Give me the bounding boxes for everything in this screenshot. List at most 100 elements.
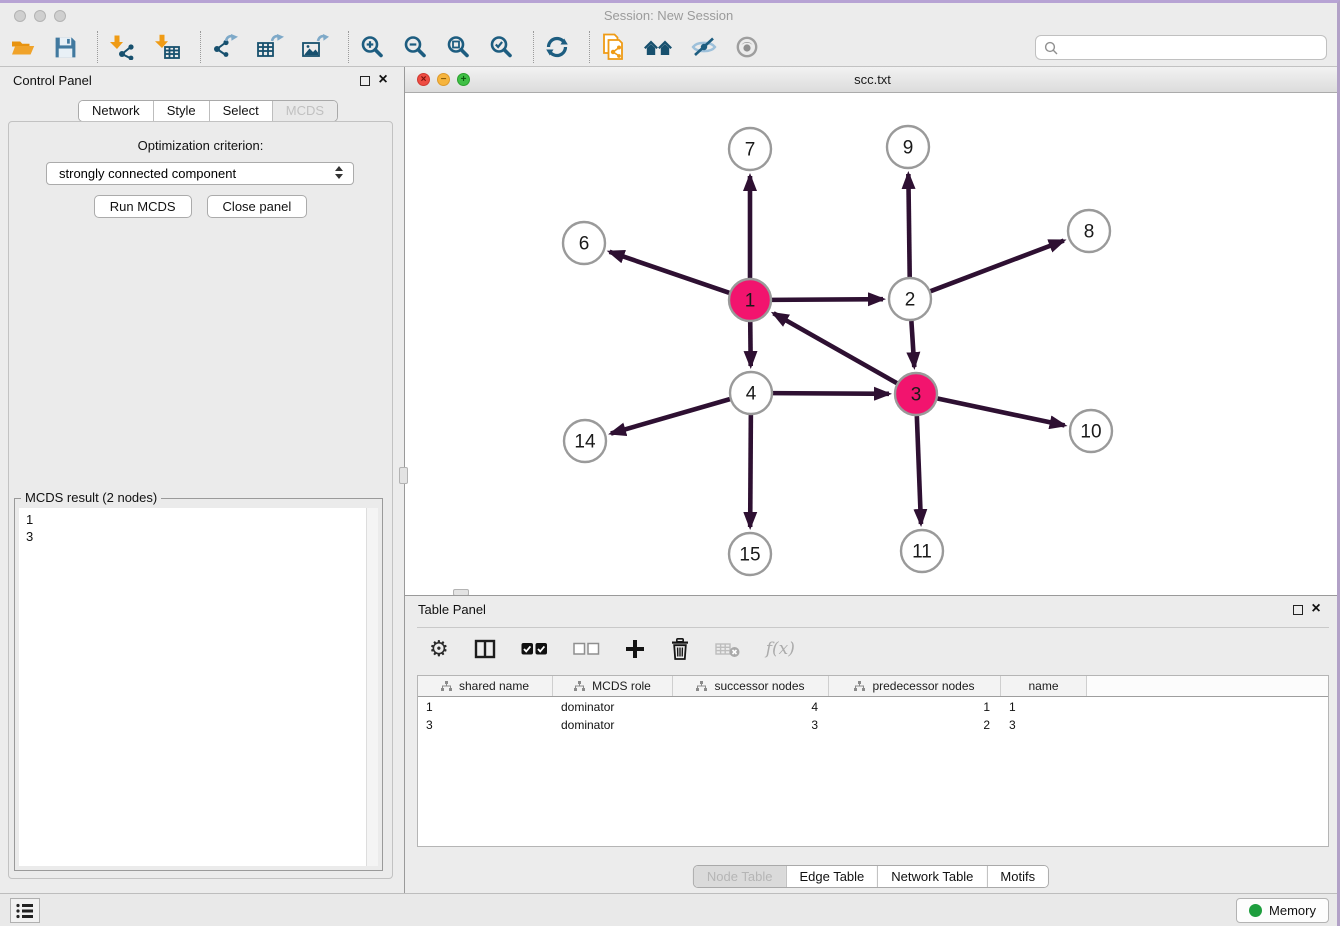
- graphics-details-eye-icon[interactable]: [735, 35, 759, 59]
- node-table-header: shared name MCDS role successor nodes pr…: [418, 676, 1328, 697]
- network-graph[interactable]: 7968124314101511: [405, 93, 1340, 595]
- tab-node-table[interactable]: Node Table: [694, 866, 786, 887]
- network-window-title: scc.txt: [405, 67, 1340, 93]
- network-window-titlebar: scc.txt: [405, 67, 1340, 93]
- refresh-icon[interactable]: [544, 34, 570, 60]
- tab-motifs[interactable]: Motifs: [986, 866, 1048, 887]
- export-table-icon[interactable]: [256, 34, 284, 60]
- import-network-icon[interactable]: [108, 34, 136, 60]
- tab-network[interactable]: Network: [79, 101, 153, 121]
- mcds-result-textarea[interactable]: 1 3: [19, 508, 378, 866]
- search-input[interactable]: [1064, 39, 1318, 56]
- graph-edge-3-10[interactable]: [938, 399, 1065, 426]
- column-header-shared-name[interactable]: shared name: [418, 676, 553, 696]
- graph-edge-4-15[interactable]: [750, 415, 751, 527]
- column-type-icon: [574, 681, 585, 692]
- graph-node-label: 3: [911, 385, 922, 406]
- control-panel-title: Control Panel: [13, 73, 92, 88]
- zoom-selected-icon[interactable]: [488, 34, 514, 60]
- run-mcds-button[interactable]: Run MCDS: [94, 195, 192, 218]
- tab-edge-table[interactable]: Edge Table: [785, 866, 877, 887]
- mcds-result-group: MCDS result (2 nodes) 1 3: [14, 498, 383, 871]
- close-panel-icon[interactable]: [376, 71, 390, 89]
- table-panel: Table Panel ⚙ f(x): [405, 595, 1337, 893]
- toolbar-separator: [589, 31, 590, 63]
- graph-node-label: 14: [574, 432, 596, 453]
- close-table-panel-icon[interactable]: [1309, 600, 1323, 618]
- save-icon[interactable]: [53, 35, 78, 60]
- zoom-out-icon[interactable]: [402, 34, 428, 60]
- network-canvas[interactable]: 7968124314101511: [405, 93, 1340, 595]
- graph-node-label: 2: [905, 290, 916, 311]
- graph-edge-1-2[interactable]: [772, 299, 883, 300]
- column-header-predecessor-nodes[interactable]: predecessor nodes: [829, 676, 1001, 696]
- column-header-successor-nodes[interactable]: successor nodes: [673, 676, 829, 696]
- panel-splitter-grip[interactable]: [399, 467, 408, 484]
- float-panel-icon[interactable]: [360, 76, 370, 86]
- graph-node-label: 9: [903, 138, 914, 159]
- column-header-mcds-role[interactable]: MCDS role: [553, 676, 673, 696]
- select-all-columns-icon[interactable]: [521, 642, 548, 656]
- optimization-criterion-select[interactable]: strongly connected component: [46, 162, 354, 185]
- import-table-icon[interactable]: [153, 34, 181, 60]
- export-image-icon[interactable]: [301, 34, 329, 60]
- float-table-panel-icon[interactable]: [1293, 605, 1303, 615]
- graph-edge-3-1[interactable]: [773, 313, 896, 383]
- graph-edge-2-3[interactable]: [911, 321, 914, 367]
- main-toolbar: [0, 28, 1337, 67]
- tab-network-table[interactable]: Network Table: [877, 866, 986, 887]
- close-panel-button[interactable]: Close panel: [207, 195, 308, 218]
- delete-columns-trash-icon[interactable]: [670, 638, 690, 660]
- table-cell: 3: [1001, 717, 1087, 733]
- tab-style[interactable]: Style: [153, 101, 209, 121]
- graph-edge-3-11[interactable]: [917, 416, 921, 524]
- column-header-name[interactable]: name: [1001, 676, 1087, 696]
- table-toolbar: ⚙ f(x): [417, 627, 1329, 669]
- graph-edge-2-8[interactable]: [931, 241, 1064, 292]
- table-cell: dominator: [553, 699, 673, 715]
- hide-selected-icon[interactable]: [690, 35, 718, 59]
- toolbar-separator: [533, 31, 534, 63]
- table-settings-gear-icon[interactable]: ⚙: [429, 638, 449, 660]
- optimization-criterion-value: strongly connected component: [59, 166, 236, 181]
- node-table-body: 1dominator4113dominator323: [418, 699, 1328, 733]
- session-title: Session: New Session: [0, 3, 1337, 28]
- network-view-window: scc.txt 7968124314101511: [405, 67, 1340, 595]
- main-titlebar: Session: New Session: [0, 3, 1337, 28]
- graph-node-label: 8: [1084, 222, 1095, 243]
- node-table: shared name MCDS role successor nodes pr…: [417, 675, 1329, 847]
- column-type-icon: [441, 681, 452, 692]
- table-row[interactable]: 1dominator411: [418, 699, 1328, 715]
- open-folder-icon[interactable]: [10, 34, 36, 60]
- table-cell: 1: [829, 699, 1001, 715]
- control-panel-header: Control Panel: [0, 67, 404, 95]
- graph-node-label: 1: [745, 291, 756, 312]
- function-builder-icon: f(x): [766, 639, 795, 659]
- result-scrollbar[interactable]: [366, 508, 378, 866]
- column-panel-icon[interactable]: [474, 639, 496, 659]
- header-filler: [1087, 676, 1328, 696]
- graph-edge-4-14[interactable]: [611, 399, 730, 433]
- memory-label: Memory: [1269, 903, 1316, 918]
- clone-network-icon[interactable]: [600, 33, 626, 61]
- graph-edge-4-3[interactable]: [773, 393, 889, 394]
- table-panel-title: Table Panel: [418, 602, 486, 617]
- zoom-in-icon[interactable]: [359, 34, 385, 60]
- search-field[interactable]: [1035, 35, 1327, 60]
- add-column-icon[interactable]: [625, 639, 645, 659]
- graph-edge-2-9[interactable]: [908, 174, 909, 277]
- table-cell: 1: [1001, 699, 1087, 715]
- zoom-fit-icon[interactable]: [445, 34, 471, 60]
- first-neighbors-icon[interactable]: [643, 35, 673, 59]
- control-panel-tabs: Network Style Select MCDS: [78, 100, 338, 122]
- list-icon: [15, 902, 35, 920]
- export-network-icon[interactable]: [211, 34, 239, 60]
- tab-mcds[interactable]: MCDS: [272, 101, 337, 121]
- unselect-all-columns-icon[interactable]: [573, 642, 600, 656]
- table-row[interactable]: 3dominator323: [418, 717, 1328, 733]
- optimization-criterion-label: Optimization criterion:: [9, 138, 392, 153]
- graph-edge-1-6[interactable]: [610, 252, 730, 293]
- tab-select[interactable]: Select: [209, 101, 272, 121]
- memory-button[interactable]: Memory: [1236, 898, 1329, 923]
- task-history-button[interactable]: [10, 898, 40, 923]
